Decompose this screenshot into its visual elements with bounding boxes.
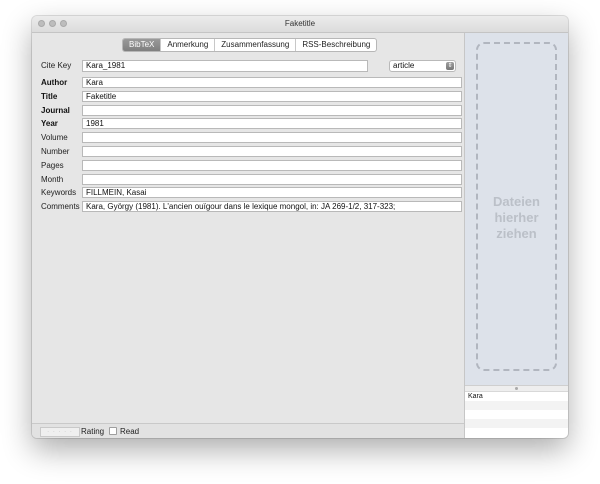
comments-field[interactable]: Kara, György (1981). L'ancien ouïgour da… [82, 201, 462, 213]
field-label: Year [41, 119, 58, 129]
read-label: Read [120, 427, 140, 436]
tab-bar: BibTeX Anmerkung Zusammenfassung RSS-Bes… [122, 38, 378, 52]
file-drop-area[interactable]: Dateien hierher ziehen [465, 33, 568, 385]
field-label: Author [41, 78, 68, 87]
field-row-pages: Pages [41, 159, 463, 174]
drag-handle-icon [515, 387, 518, 390]
author-list-item[interactable] [465, 401, 568, 410]
author-list-item[interactable] [465, 410, 568, 419]
file-drop-zone[interactable]: Dateien hierher ziehen [476, 42, 557, 371]
keywords-field[interactable]: FILLMEIN, Kasai [82, 187, 462, 199]
entry-type-select[interactable]: article ⇕ [389, 60, 456, 72]
month-field[interactable] [82, 173, 462, 185]
chevron-updown-icon: ⇕ [446, 62, 454, 70]
tab-bibtex[interactable]: BibTeX [123, 39, 162, 51]
drop-hint-line: hierher [494, 210, 539, 225]
drop-hint-line: ziehen [496, 226, 537, 241]
field-row-comments: Comments Kara, György (1981). L'ancien o… [41, 201, 463, 215]
citekey-label: Cite Key [41, 61, 72, 70]
rating-label: Rating [81, 427, 105, 436]
citekey-row: Cite Key Kara_1981 article ⇕ [41, 60, 461, 72]
entry-type-value: article [393, 61, 415, 70]
field-row-volume: Volume [41, 132, 463, 146]
side-panel: Dateien hierher ziehen Kara [464, 33, 568, 438]
status-bar: · · · · · Rating Read [32, 423, 464, 438]
field-row-keywords: Keywords FILLMEIN, Kasai [41, 187, 463, 201]
field-row-author: Author Kara [41, 77, 463, 91]
field-label: Title [41, 91, 58, 101]
field-label: Volume [41, 133, 68, 143]
author-list: Kara [465, 392, 568, 437]
number-field[interactable] [82, 145, 462, 157]
field-form: Author Kara Title Faketitle Journal Year… [41, 77, 463, 215]
field-row-title: Title Faketitle [41, 90, 463, 105]
field-label: Month [41, 174, 64, 184]
field-label: Comments [41, 202, 80, 212]
title-bar: Faketitle [32, 16, 568, 33]
split-view-divider[interactable] [465, 385, 568, 392]
pages-field[interactable] [82, 159, 462, 171]
drop-hint: Dateien hierher ziehen [478, 194, 555, 242]
rating-control[interactable]: · · · · · [40, 427, 80, 437]
author-list-item[interactable]: Kara [465, 392, 568, 401]
volume-field[interactable] [82, 132, 462, 144]
tab-rss-beschreibung[interactable]: RSS-Beschreibung [296, 39, 376, 51]
tab-anmerkung[interactable]: Anmerkung [161, 39, 216, 51]
app-window: Faketitle BibTeX Anmerkung Zusammenfassu… [32, 16, 568, 438]
tab-zusammenfassung[interactable]: Zusammenfassung [215, 39, 297, 51]
window-title: Faketitle [284, 19, 316, 28]
citekey-field[interactable]: Kara_1981 [82, 60, 368, 72]
field-label: Pages [41, 160, 64, 170]
field-label: Number [41, 146, 70, 156]
field-row-year: Year 1981 [41, 118, 463, 132]
author-field[interactable]: Kara [82, 77, 462, 88]
field-row-month: Month [41, 173, 463, 188]
author-list-item[interactable] [465, 428, 568, 437]
field-row-number: Number [41, 145, 463, 160]
journal-field[interactable] [82, 104, 462, 116]
read-checkbox[interactable] [109, 427, 117, 435]
field-label: Journal [41, 105, 70, 115]
field-label: Keywords [41, 188, 77, 198]
author-list-item[interactable] [465, 419, 568, 428]
title-field[interactable]: Faketitle [82, 90, 462, 102]
drop-hint-line: Dateien [493, 194, 540, 209]
year-field[interactable]: 1981 [82, 118, 462, 130]
field-row-journal: Journal [41, 104, 463, 119]
